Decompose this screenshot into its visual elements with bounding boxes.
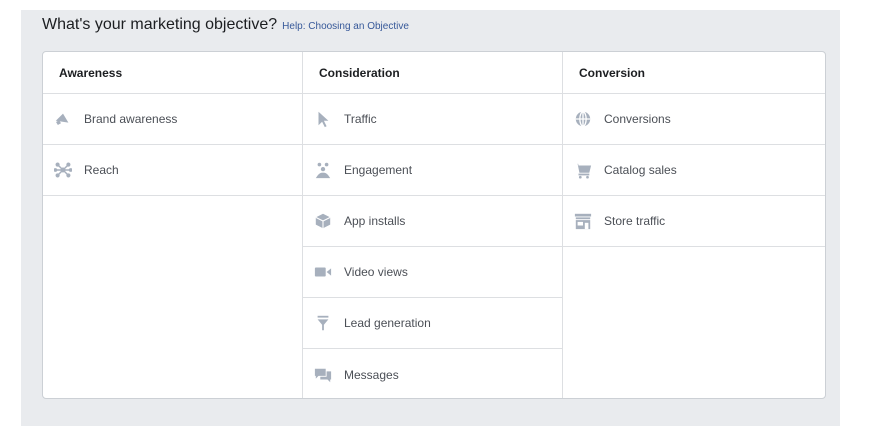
- cursor-icon: [313, 109, 333, 129]
- objective-label: Brand awareness: [84, 112, 178, 126]
- objective-video-views[interactable]: Video views: [303, 247, 562, 298]
- help-link[interactable]: Help: Choosing an Objective: [282, 21, 409, 32]
- box-icon: [313, 211, 333, 231]
- objective-label: Store traffic: [604, 214, 666, 228]
- column-consideration: Consideration Traffic Engagement App ins…: [303, 52, 563, 398]
- objective-label: Traffic: [344, 112, 377, 126]
- objective-messages[interactable]: Messages: [303, 349, 562, 398]
- objective-engagement[interactable]: Engagement: [303, 145, 562, 196]
- objective-catalog-sales[interactable]: Catalog sales: [563, 145, 825, 196]
- objective-table: Awareness Brand awareness Reach Consider…: [42, 51, 826, 399]
- objective-label: Reach: [84, 163, 119, 177]
- page-title: What's your marketing objective?: [42, 16, 278, 33]
- objective-header: What's your marketing objective? Help: C…: [42, 16, 409, 40]
- objective-store-traffic[interactable]: Store traffic: [563, 196, 825, 247]
- column-awareness: Awareness Brand awareness Reach: [43, 52, 303, 398]
- shopping-cart-icon: [573, 160, 593, 180]
- video-camera-icon: [313, 262, 333, 282]
- column-conversion: Conversion Conversions Catalog sales Sto…: [563, 52, 825, 398]
- globe-icon: [573, 109, 593, 129]
- chat-bubbles-icon: [313, 365, 333, 385]
- objective-conversions[interactable]: Conversions: [563, 94, 825, 145]
- reach-icon: [53, 160, 73, 180]
- megaphone-icon: [53, 109, 73, 129]
- objective-traffic[interactable]: Traffic: [303, 94, 562, 145]
- column-header-consideration: Consideration: [303, 52, 562, 94]
- people-icon: [313, 160, 333, 180]
- objective-label: App installs: [344, 214, 406, 228]
- objective-brand-awareness[interactable]: Brand awareness: [43, 94, 302, 145]
- objective-label: Lead generation: [344, 316, 431, 330]
- column-header-awareness: Awareness: [43, 52, 302, 94]
- objective-label: Catalog sales: [604, 163, 677, 177]
- objective-label: Conversions: [604, 112, 671, 126]
- objective-label: Video views: [344, 265, 408, 279]
- store-icon: [573, 211, 593, 231]
- objective-label: Messages: [344, 367, 399, 382]
- objective-panel: What's your marketing objective? Help: C…: [21, 10, 840, 426]
- funnel-icon: [313, 313, 333, 333]
- objective-lead-generation[interactable]: Lead generation: [303, 298, 562, 349]
- objective-reach[interactable]: Reach: [43, 145, 302, 196]
- objective-label: Engagement: [344, 163, 413, 177]
- objective-app-installs[interactable]: App installs: [303, 196, 562, 247]
- column-header-conversion: Conversion: [563, 52, 825, 94]
